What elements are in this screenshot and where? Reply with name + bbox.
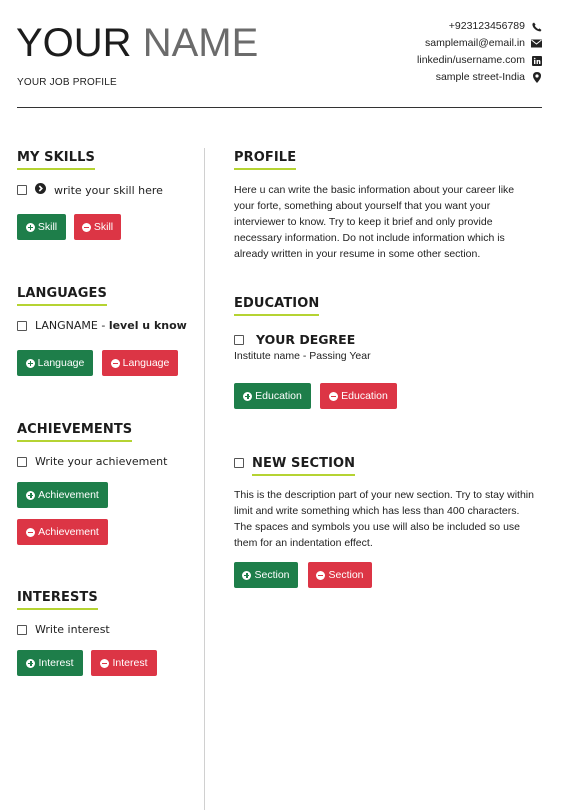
contact-phone-text[interactable]: +923123456789 <box>449 18 525 35</box>
language-name: LANGNAME <box>35 319 98 332</box>
contact-address-text[interactable]: sample street-India <box>436 69 525 86</box>
new-section-text[interactable]: This is the description part of your new… <box>234 487 534 551</box>
remove-skill-label: Skill <box>93 221 114 233</box>
skills-heading[interactable]: MY SKILLS <box>17 150 95 170</box>
remove-language-button[interactable]: Language <box>102 350 178 376</box>
add-education-button[interactable]: Education <box>234 383 311 409</box>
contact-linkedin[interactable]: linkedin/username.com <box>417 52 542 69</box>
circle-chevron-right-icon <box>35 183 46 197</box>
languages-section: LANGUAGES <box>17 286 107 306</box>
profile-text[interactable]: Here u can write the basic information a… <box>234 182 534 262</box>
skill-checkbox[interactable] <box>17 185 27 195</box>
interests-heading[interactable]: INTERESTS <box>17 590 98 610</box>
name-last[interactable]: NAME <box>143 21 259 65</box>
add-interest-label: Interest <box>38 657 74 669</box>
resume-name[interactable]: YOUR NAME <box>16 20 258 66</box>
map-marker-icon <box>531 72 542 83</box>
degree-title[interactable]: YOUR DEGREE <box>256 332 355 347</box>
achievements-section: ACHIEVEMENTS <box>17 422 132 442</box>
remove-achievement-label: Achievement <box>38 526 99 538</box>
institute-text[interactable]: Institute name - Passing Year <box>234 348 371 364</box>
remove-interest-button[interactable]: Interest <box>91 650 157 676</box>
plus-circle-icon <box>25 358 35 368</box>
contact-email[interactable]: samplemail@email.in <box>417 35 542 52</box>
minus-circle-icon <box>81 222 91 232</box>
contact-address[interactable]: sample street-India <box>417 69 542 86</box>
contact-info: +923123456789 samplemail@email.in linked… <box>417 18 542 86</box>
education-section: EDUCATION <box>234 296 319 316</box>
add-achievement-button[interactable]: Achievement <box>17 482 108 508</box>
interest-checkbox[interactable] <box>17 624 27 635</box>
achievement-text[interactable]: Write your achievement <box>35 455 167 468</box>
contact-linkedin-text[interactable]: linkedin/username.com <box>417 52 525 69</box>
new-section: NEW SECTION <box>234 456 355 476</box>
plus-circle-icon <box>26 490 36 500</box>
add-skill-label: Skill <box>37 221 58 233</box>
skill-item: write your skill here <box>17 183 163 197</box>
minus-circle-icon <box>329 391 339 401</box>
language-separator: - <box>97 319 109 332</box>
interest-item: Write interest <box>17 623 110 636</box>
add-skill-button[interactable]: Skill <box>17 214 66 240</box>
new-section-checkbox[interactable] <box>234 458 244 468</box>
language-item: LANGNAME - level u know <box>17 319 187 332</box>
achievement-checkbox[interactable] <box>17 456 27 467</box>
contact-phone[interactable]: +923123456789 <box>417 18 542 35</box>
plus-circle-icon <box>25 222 35 232</box>
add-education-label: Education <box>255 390 302 402</box>
achievements-heading[interactable]: ACHIEVEMENTS <box>17 422 132 442</box>
skill-text[interactable]: write your skill here <box>54 184 163 197</box>
envelope-icon <box>531 38 542 49</box>
remove-section-button[interactable]: Section <box>308 562 372 588</box>
remove-skill-button[interactable]: Skill <box>74 214 121 240</box>
profile-heading[interactable]: PROFILE <box>234 150 296 170</box>
remove-interest-label: Interest <box>112 657 148 669</box>
skills-section: MY SKILLS <box>17 150 95 170</box>
minus-circle-icon <box>110 358 120 368</box>
add-language-button[interactable]: Language <box>17 350 93 376</box>
add-section-label: Section <box>254 569 290 581</box>
languages-heading[interactable]: LANGUAGES <box>17 286 107 306</box>
education-item: YOUR DEGREE <box>234 332 355 347</box>
add-interest-button[interactable]: Interest <box>17 650 83 676</box>
education-heading[interactable]: EDUCATION <box>234 296 319 316</box>
contact-email-text[interactable]: samplemail@email.in <box>425 35 525 52</box>
linkedin-icon <box>531 55 542 66</box>
profile-section: PROFILE <box>234 150 296 170</box>
add-section-button[interactable]: Section <box>234 562 298 588</box>
achievement-item: Write your achievement <box>17 455 167 468</box>
language-level: level u know <box>108 319 187 332</box>
column-divider <box>204 148 205 810</box>
remove-education-button[interactable]: Education <box>320 383 397 409</box>
interest-text[interactable]: Write interest <box>35 623 110 636</box>
header-divider <box>17 107 542 108</box>
minus-circle-icon <box>100 658 110 668</box>
interests-section: INTERESTS <box>17 590 98 610</box>
add-achievement-label: Achievement <box>38 489 99 501</box>
minus-circle-icon <box>316 570 326 580</box>
remove-section-label: Section <box>328 569 364 581</box>
education-checkbox[interactable] <box>234 334 244 345</box>
minus-circle-icon <box>26 527 36 537</box>
plus-circle-icon <box>242 570 252 580</box>
language-checkbox[interactable] <box>17 320 27 331</box>
plus-circle-icon <box>26 658 36 668</box>
add-language-label: Language <box>37 357 85 369</box>
plus-circle-icon <box>243 391 253 401</box>
new-section-heading[interactable]: NEW SECTION <box>252 456 355 476</box>
remove-language-label: Language <box>122 357 170 369</box>
remove-achievement-button[interactable]: Achievement <box>17 519 108 545</box>
language-entry[interactable]: LANGNAME - level u know <box>35 319 187 332</box>
name-first[interactable]: YOUR <box>16 21 132 65</box>
phone-icon <box>531 21 542 32</box>
job-profile[interactable]: YOUR JOB PROFILE <box>17 77 117 88</box>
remove-education-label: Education <box>341 390 388 402</box>
